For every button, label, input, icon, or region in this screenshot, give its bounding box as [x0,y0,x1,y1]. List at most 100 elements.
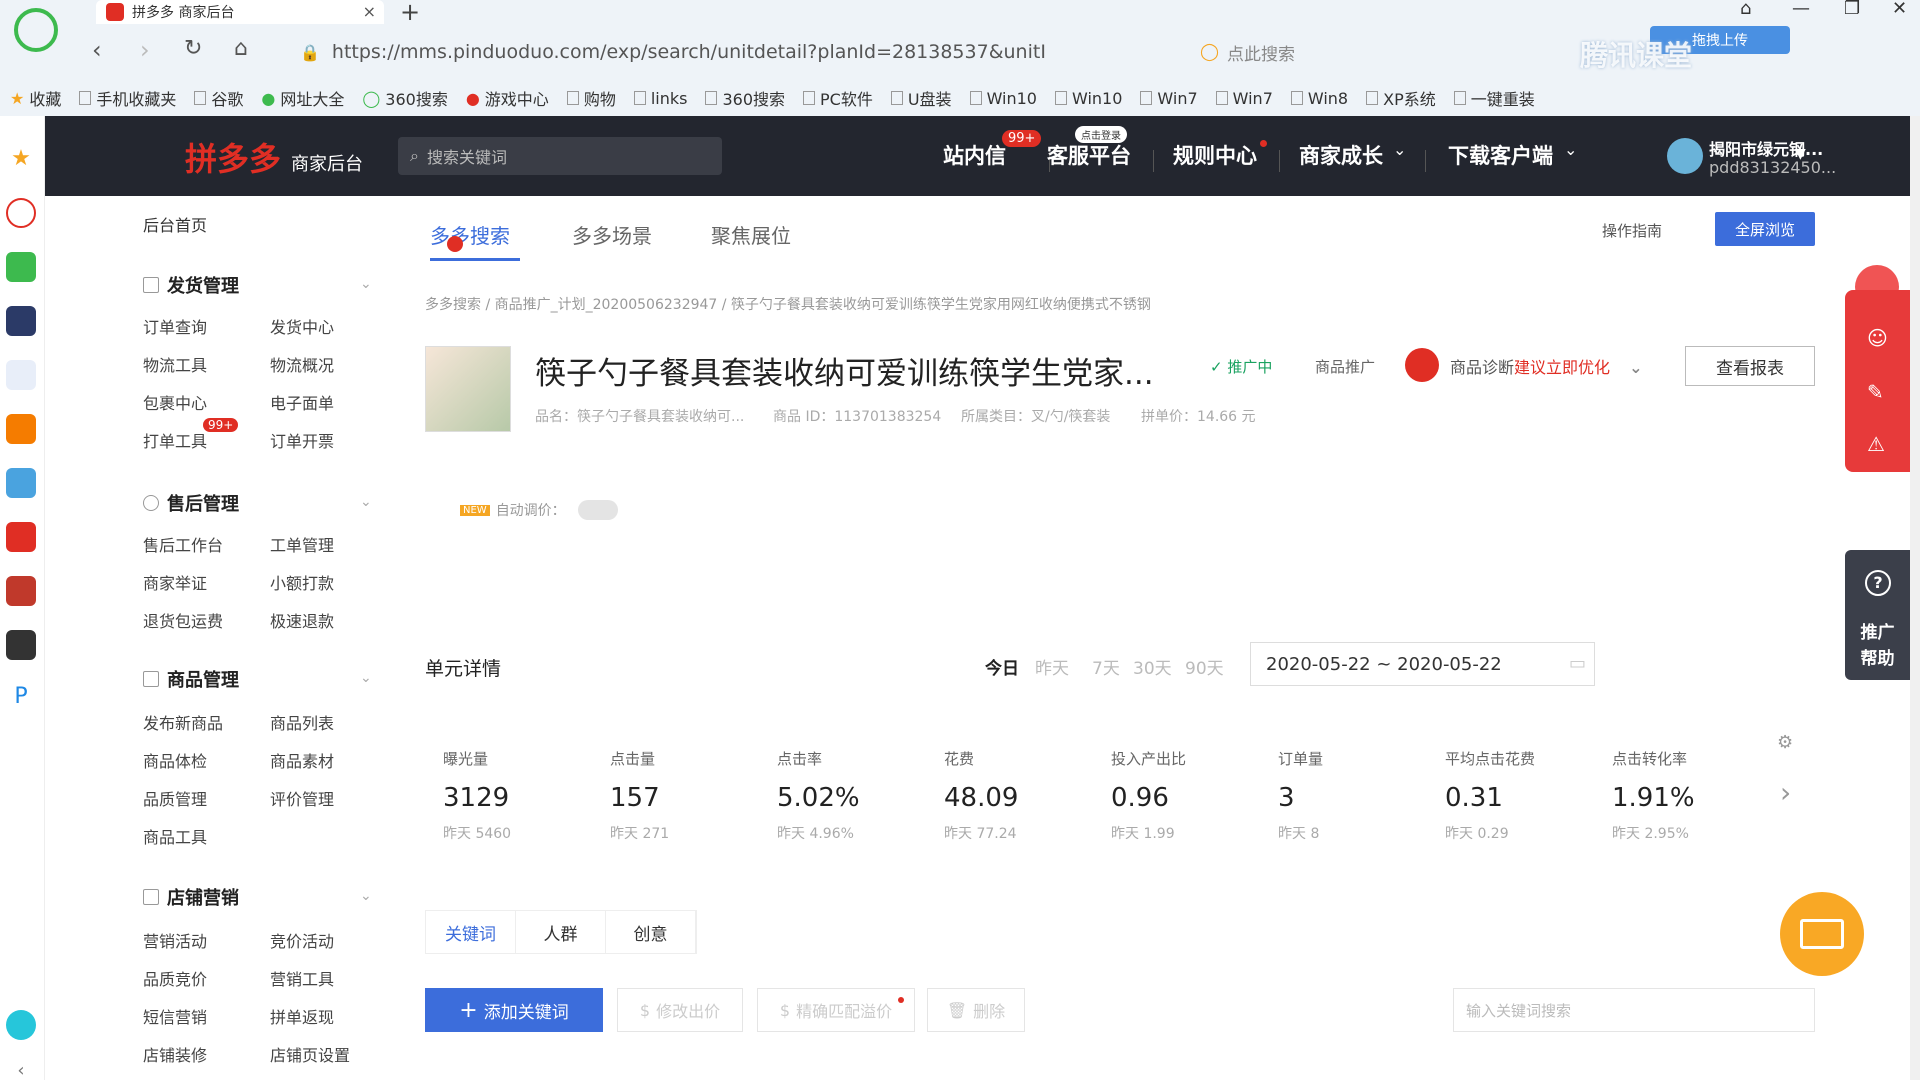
novel-app-icon[interactable] [6,414,36,444]
tab-duoduo-scene[interactable]: 多多场景 [572,220,652,249]
keyword-search-input[interactable]: 输入关键词搜索 [1453,988,1815,1032]
view-report-button[interactable]: 查看报表 [1685,346,1815,386]
diagnosis-link[interactable]: 建议立即优化 [1514,358,1610,377]
range-90days[interactable]: 90天 [1185,654,1224,679]
forward-icon[interactable]: › [140,36,150,64]
sidebar-item[interactable]: 拼单返现 [270,1004,334,1028]
browser-search-field[interactable]: ◯ 点此搜索 [1200,37,1470,67]
sidebar-item[interactable]: 发布新商品 [143,710,223,734]
favorites-star-icon[interactable]: ★ [6,146,36,176]
bookmark-item[interactable]: Win7 [1215,89,1273,108]
sidebar-item[interactable]: 商品体检 [143,748,207,772]
sidebar-item[interactable]: 短信营销 [143,1004,207,1028]
sidebar-item[interactable]: 评价管理 [270,786,334,810]
chevron-right-icon[interactable]: › [1780,776,1791,809]
header-search-input[interactable]: ⌕ 搜索关键词 [398,137,722,175]
nav-merchant-growth[interactable]: 商家成长 [1299,140,1383,170]
tab-focus-display[interactable]: 聚焦展位 [711,220,791,249]
sidebar-item[interactable]: 营销工具 [270,966,334,990]
word-icon[interactable] [6,360,36,390]
warning-icon[interactable]: ⚠ [1867,432,1885,456]
sidebar-group-products[interactable]: 商品管理 [143,666,239,692]
range-today[interactable]: 今日 [985,654,1019,679]
bookmark-item[interactable]: XP系统 [1366,86,1436,110]
message-mail-button[interactable] [1780,892,1864,976]
precise-match-premium-button[interactable]: $ 精确匹配溢价 [757,988,915,1032]
game-app-icon[interactable] [6,630,36,660]
fullscreen-button[interactable]: 全屏浏览 [1715,212,1815,246]
sidebar-item[interactable]: 商品列表 [270,710,334,734]
sidebar-item[interactable]: 包裹中心 [143,390,207,414]
browser-tab[interactable]: 拼多多 商家后台 × [96,0,384,24]
sidebar-item[interactable]: 小额打款 [270,570,334,594]
reload-icon[interactable]: ↻ [184,36,202,61]
subtab-keywords[interactable]: 关键词 [426,911,516,953]
new-tab-icon[interactable]: + [400,0,420,26]
subtab-creative[interactable]: 创意 [606,911,696,953]
sidebar-item[interactable]: 物流工具 [143,352,207,376]
sidebar-item[interactable]: 商品工具 [143,824,207,848]
url-field[interactable]: 🔒 https://mms.pinduoduo.com/exp/search/u… [300,37,1060,67]
bookmark-item[interactable]: 一键重装 [1453,86,1535,110]
chevron-down-icon[interactable]: ⌄ [360,670,372,686]
date-range-picker[interactable]: 2020-05-22 ~ 2020-05-22 ▭ [1250,642,1595,686]
avatar[interactable] [1667,138,1703,174]
chevron-down-icon[interactable]: ⌄ [1629,358,1642,377]
back-icon[interactable]: ‹ [92,36,102,64]
close-window-icon[interactable]: ✕ [1892,0,1907,19]
subtab-audience[interactable]: 人群 [516,911,606,953]
pinduoduo-logo[interactable]: 拼多多 [185,134,281,180]
sidebar-group-marketing[interactable]: 店铺营销 [143,884,239,910]
sidebar-item[interactable]: 品质管理 [143,786,207,810]
add-app-icon[interactable] [6,1010,36,1040]
nav-rules-center[interactable]: 规则中心 [1173,140,1257,170]
sidebar-item[interactable]: 商家举证 [143,570,207,594]
range-7days[interactable]: 7天 [1092,654,1120,679]
sidebar-item[interactable]: 订单查询 [143,314,207,338]
sidebar-item[interactable]: 退货包运费 [143,608,223,632]
bookmark-item[interactable]: Win7 [1140,89,1198,108]
add-keyword-button[interactable]: + 添加关键词 [425,988,603,1032]
minimize-icon[interactable]: — [1792,0,1810,19]
bookmark-item[interactable]: U盘装 [890,86,952,110]
bookmark-item[interactable]: Win10 [969,89,1037,108]
auto-bid-toggle[interactable] [577,500,618,520]
chevron-down-icon[interactable]: ⌄ [360,494,372,510]
sidebar-item[interactable]: 物流概况 [270,352,334,376]
product-diagnosis[interactable]: 商品诊断建议立即优化 ⌄ [1450,354,1643,378]
game-app-icon[interactable] [6,468,36,498]
edit-icon[interactable]: ✎ [1867,380,1884,404]
modify-bid-button[interactable]: $ 修改出价 [617,988,743,1032]
bookmark-item[interactable]: 购物 [566,86,616,110]
promotion-help-button[interactable]: ? 推广帮助 [1845,550,1910,680]
tab-close-icon[interactable]: × [363,2,376,21]
sidebar-item[interactable]: 店铺装修 [143,1042,207,1066]
sidebar-item[interactable]: 订单开票 [270,428,334,452]
sidebar-item[interactable]: 店铺页设置 [270,1042,350,1066]
operation-guide-link[interactable]: 操作指南 [1602,220,1662,241]
delete-button[interactable]: 🗑 删除 [927,988,1025,1032]
bookmark-item[interactable]: links [633,89,687,108]
sidebar-item-home[interactable]: 后台首页 [143,212,207,236]
sidebar-item[interactable]: 营销活动 [143,928,207,952]
shop-name[interactable]: 揭阳市绿元钢... [1709,136,1823,160]
bookmark-item[interactable]: Win10 [1054,89,1122,108]
nav-download-client[interactable]: 下载客户端 [1448,140,1553,170]
game-app-icon[interactable] [6,576,36,606]
weibo-icon[interactable] [6,198,36,228]
range-yesterday[interactable]: 昨天 [1035,654,1069,679]
chat-icon[interactable]: ☺ [1867,326,1888,350]
bookmark-item[interactable]: Win8 [1290,89,1348,108]
sidebar-item[interactable]: 打单工具 [143,428,207,452]
home-icon[interactable]: ⌂ [234,36,248,61]
sidebar-item[interactable]: 电子面单 [270,390,334,414]
chevron-down-icon[interactable]: ⌄ [360,276,372,292]
bookmark-item[interactable]: PC软件 [803,86,873,110]
chevron-down-icon[interactable]: ⌄ [360,888,372,904]
bookmark-item[interactable]: ★ 收藏 [10,86,61,110]
bookmark-item[interactable]: 谷歌 [194,86,243,110]
bookmark-item[interactable]: ● 游戏中心 [466,86,549,110]
gear-icon[interactable]: ⚙ [1777,732,1793,753]
range-30days[interactable]: 30天 [1133,654,1172,679]
mail-icon[interactable] [6,252,36,282]
